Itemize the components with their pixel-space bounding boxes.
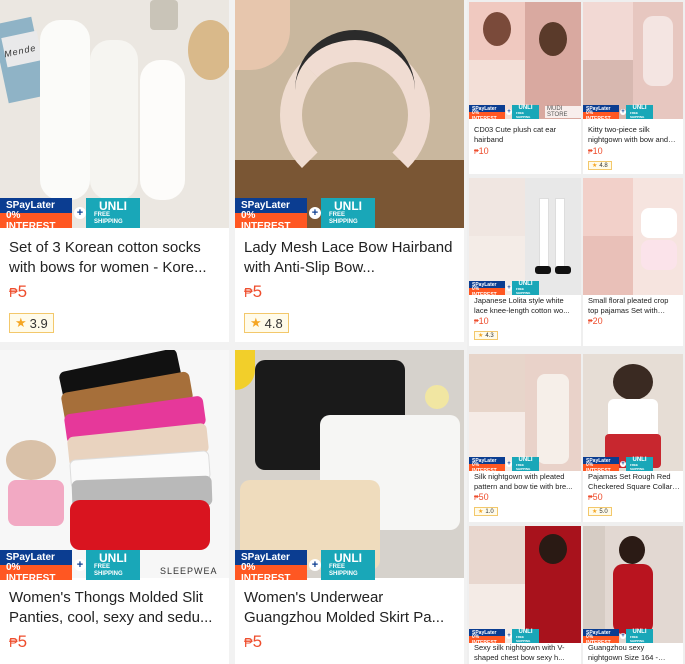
product-image[interactable]: MUDI STORE (469, 2, 581, 119)
product-price: ₱10 (588, 146, 603, 156)
product-card[interactable]: SPayLater 0% INTEREST + UNLI FREE SHIPPIN… (469, 354, 581, 522)
product-title[interactable]: Small floral pleated crop top pajamas Se… (588, 296, 680, 316)
product-image[interactable] (583, 354, 683, 471)
product-card[interactable]: Small floral pleated crop top pajamas Se… (583, 178, 683, 346)
product-title[interactable]: Kitty two-piece silk nightgown with bow … (588, 125, 680, 145)
rating-badge: ★ 1.0 (474, 507, 498, 516)
product-price: ₱5 (244, 282, 263, 301)
product-price: ₱50 (588, 492, 603, 502)
product-card[interactable]: Mende SPayLater 0% INTEREST + UNLI FREE S… (0, 0, 229, 342)
product-price: ₱5 (9, 282, 28, 301)
product-grid-right: MUDI STORE SPayLater 0% INTEREST + UNLI F… (467, 0, 685, 664)
product-title[interactable]: Women's Thongs Molded Slit Panties, cool… (9, 588, 221, 628)
promo-banner: SPayLater 0% INTEREST + UNLI FREE SHIPPIN… (469, 457, 539, 474)
product-card[interactable]: SPayLater 0% INTEREST + UNLI FREE SHIPPIN… (583, 526, 683, 664)
star-icon: ★ (592, 163, 598, 169)
rating-badge: ★ 3.9 (9, 313, 54, 333)
product-title[interactable]: Pajamas Set Rough Red Checkered Square C… (588, 472, 680, 492)
product-title[interactable]: Japanese Lolita style white lace knee-le… (474, 296, 576, 316)
rating-badge: ★ 4.3 (474, 331, 498, 340)
product-card[interactable]: SLEEPWEA SPayLater 0% INTEREST + UNLI FRE… (0, 350, 229, 664)
product-title[interactable]: Set of 3 Korean cotton socks with bows f… (9, 238, 221, 278)
rating-badge: ★ 5.0 (588, 507, 612, 516)
promo-banner: SPayLater 0% INTEREST + UNLI FREE SHIPPIN… (0, 550, 140, 584)
product-price: ₱20 (588, 316, 603, 326)
product-image[interactable]: Mende (0, 0, 229, 228)
product-card[interactable]: SPayLater 0% INTEREST + UNLI FREE SHIPPIN… (469, 178, 581, 346)
product-grid-left: Mende SPayLater 0% INTEREST + UNLI FREE S… (0, 0, 467, 664)
promo-banner: SPayLater 0% INTEREST + UNLI FREE SHIPPIN… (583, 629, 653, 646)
image-store-text: MUDI STORE (545, 106, 581, 118)
star-icon: ★ (592, 509, 598, 515)
promo-banner: SPayLater 0% INTEREST + UNLI FREE SHIPPIN… (583, 105, 653, 122)
image-brand-text: SLEEPWEA (160, 566, 218, 576)
product-image[interactable] (469, 526, 581, 643)
product-card[interactable]: SPayLater 0% INTEREST + UNLI FREE SHIPPIN… (235, 350, 464, 664)
product-card[interactable]: SPayLater 0% INTEREST + UNLI FREE SHIPPIN… (469, 526, 581, 664)
product-image[interactable] (235, 0, 464, 228)
promo-banner: SPayLater 0% INTEREST + UNLI FREE SHIPPIN… (583, 457, 653, 474)
star-icon: ★ (478, 509, 484, 515)
promo-banner: SPayLater 0% INTEREST + UNLI FREE SHIPPIN… (469, 105, 539, 122)
product-image[interactable] (469, 354, 581, 471)
promo-banner: SPayLater 0% INTEREST + UNLI FREE SHIPPIN… (469, 281, 539, 298)
product-price: ₱50 (474, 492, 489, 502)
product-image[interactable] (583, 178, 683, 295)
rating-badge: ★ 4.8 (244, 313, 289, 333)
promo-banner: SPayLater 0% INTEREST + UNLI FREE SHIPPIN… (0, 198, 140, 232)
product-title[interactable]: CD03 Cute plush cat ear hairband (474, 125, 576, 145)
star-icon: ★ (478, 333, 484, 339)
product-image[interactable] (235, 350, 464, 578)
product-image[interactable] (583, 2, 683, 119)
product-image[interactable]: SLEEPWEA (0, 350, 229, 578)
rating-badge: ★ 4.8 (588, 161, 612, 170)
promo-banner: SPayLater 0% INTEREST + UNLI FREE SHIPPIN… (235, 198, 375, 232)
product-card[interactable]: SPayLater 0% INTEREST + UNLI FREE SHIPPIN… (583, 354, 683, 522)
product-title[interactable]: Sexy silk nightgown with V-shaped chest … (474, 643, 576, 663)
promo-banner: SPayLater 0% INTEREST + UNLI FREE SHIPPIN… (469, 629, 539, 646)
product-card[interactable]: SPayLater 0% INTEREST + UNLI FREE SHIPPIN… (235, 0, 464, 342)
product-price: ₱10 (474, 316, 489, 326)
product-price: ₱5 (9, 632, 28, 651)
product-image[interactable] (469, 178, 581, 295)
star-icon: ★ (15, 315, 27, 330)
promo-banner: SPayLater 0% INTEREST + UNLI FREE SHIPPIN… (235, 550, 375, 584)
product-price: ₱10 (474, 146, 489, 156)
product-image[interactable] (583, 526, 683, 643)
star-icon: ★ (250, 315, 262, 330)
product-card[interactable]: SPayLater 0% INTEREST + UNLI FREE SHIPPIN… (583, 2, 683, 174)
product-price: ₱5 (244, 632, 263, 651)
product-card[interactable]: MUDI STORE SPayLater 0% INTEREST + UNLI F… (469, 2, 581, 174)
product-title[interactable]: Guangzhou sexy nightgown Size 164 - GUAN… (588, 643, 680, 663)
product-title[interactable]: Women's Underwear Guangzhou Molded Skirt… (244, 588, 456, 628)
product-title[interactable]: Silk nightgown with pleated pattern and … (474, 472, 576, 492)
product-title[interactable]: Lady Mesh Lace Bow Hairband with Anti-Sl… (244, 238, 456, 278)
